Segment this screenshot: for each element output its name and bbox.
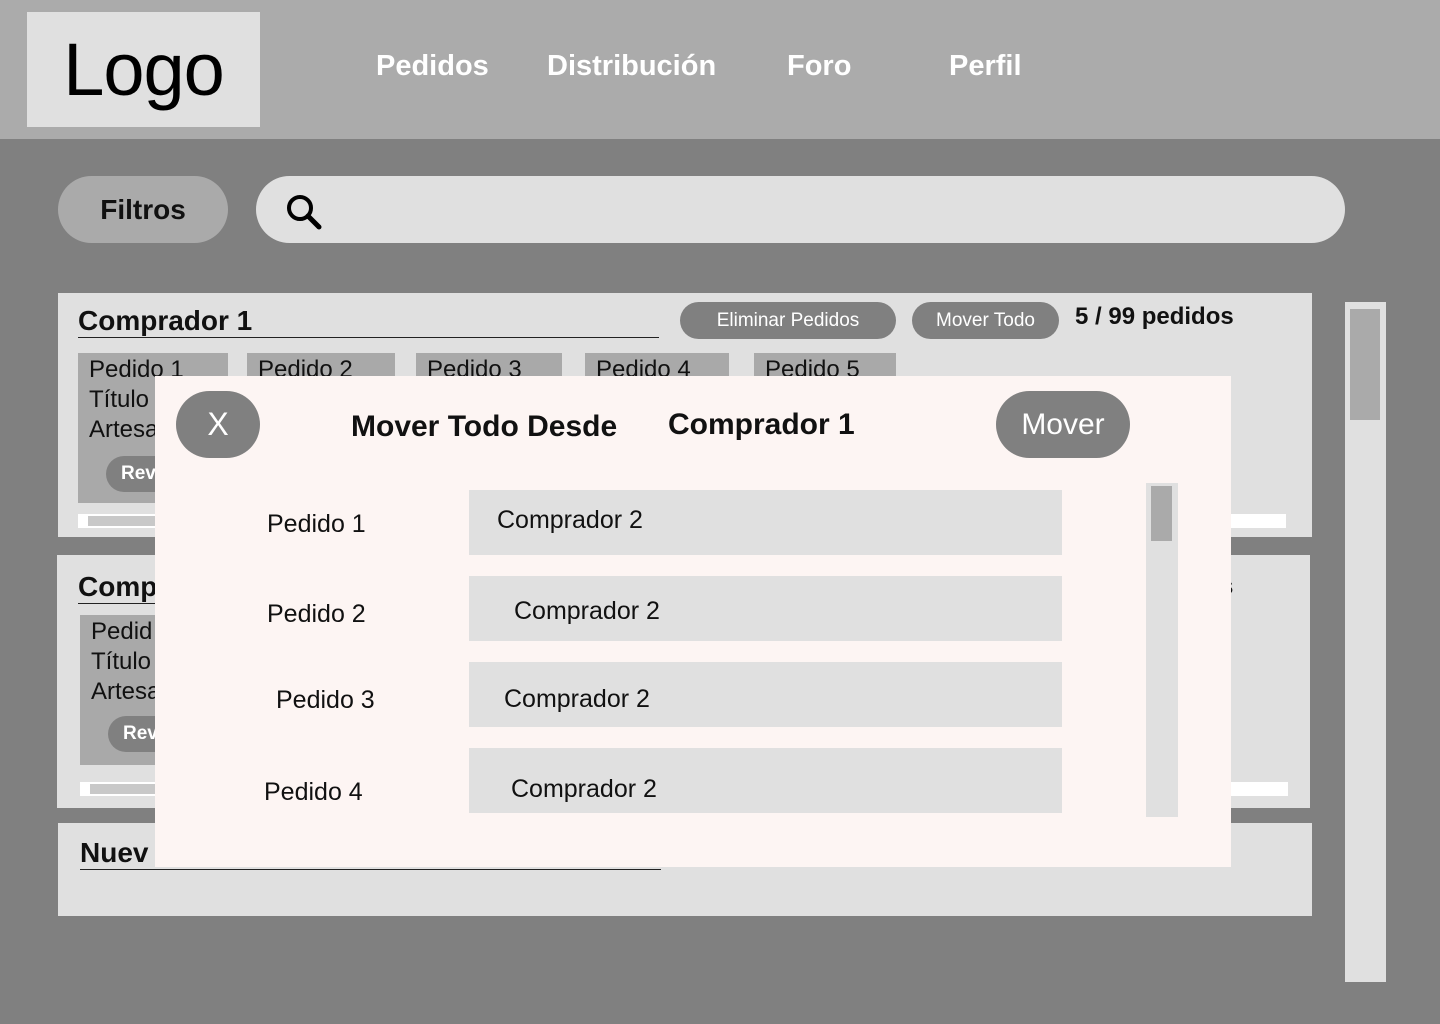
move-all-dialog: X Mover Todo Desde Comprador 1 Mover Ped…	[155, 376, 1231, 867]
order-label: Pedido 3	[276, 686, 375, 714]
dialog-title: Mover Todo Desde	[351, 410, 618, 443]
target-buyer-select[interactable]: Comprador 2	[469, 748, 1062, 813]
dialog-scrollbar[interactable]	[1146, 483, 1178, 817]
target-buyer-select[interactable]: Comprador 2	[469, 576, 1062, 641]
search-input[interactable]	[256, 176, 1345, 243]
nav-foro[interactable]: Foro	[787, 50, 851, 83]
scrollbar-thumb[interactable]	[88, 516, 158, 526]
card-title: Comprador 1	[78, 305, 659, 338]
nav-pedidos[interactable]: Pedidos	[376, 50, 489, 83]
dialog-source-buyer: Comprador 1	[668, 408, 855, 441]
scrollbar-thumb[interactable]	[1350, 309, 1380, 420]
nav-distribucion[interactable]: Distribución	[547, 50, 716, 83]
order-label: Pedido 1	[267, 510, 366, 538]
delete-orders-button[interactable]: Eliminar Pedidos	[680, 302, 896, 339]
top-header: Logo Pedidos Distribución Foro Perfil	[0, 0, 1440, 139]
order-label: Pedido 4	[264, 778, 363, 806]
close-button[interactable]: X	[176, 391, 260, 458]
order-count: 5 / 99 pedidos	[1075, 303, 1234, 330]
logo[interactable]: Logo	[27, 12, 260, 127]
scrollbar-thumb[interactable]	[1151, 486, 1172, 541]
move-all-button[interactable]: Mover Todo	[912, 302, 1059, 339]
order-label: Pedido 2	[267, 600, 366, 628]
target-buyer-select[interactable]: Comprador 2	[469, 490, 1062, 555]
search-icon	[287, 195, 322, 230]
target-buyer-select[interactable]: Comprador 2	[469, 662, 1062, 727]
nav-perfil[interactable]: Perfil	[949, 50, 1022, 83]
page-scrollbar[interactable]	[1345, 302, 1386, 982]
filters-button[interactable]: Filtros	[58, 176, 228, 243]
scrollbar-thumb[interactable]	[90, 784, 160, 794]
move-button[interactable]: Mover	[996, 391, 1130, 458]
